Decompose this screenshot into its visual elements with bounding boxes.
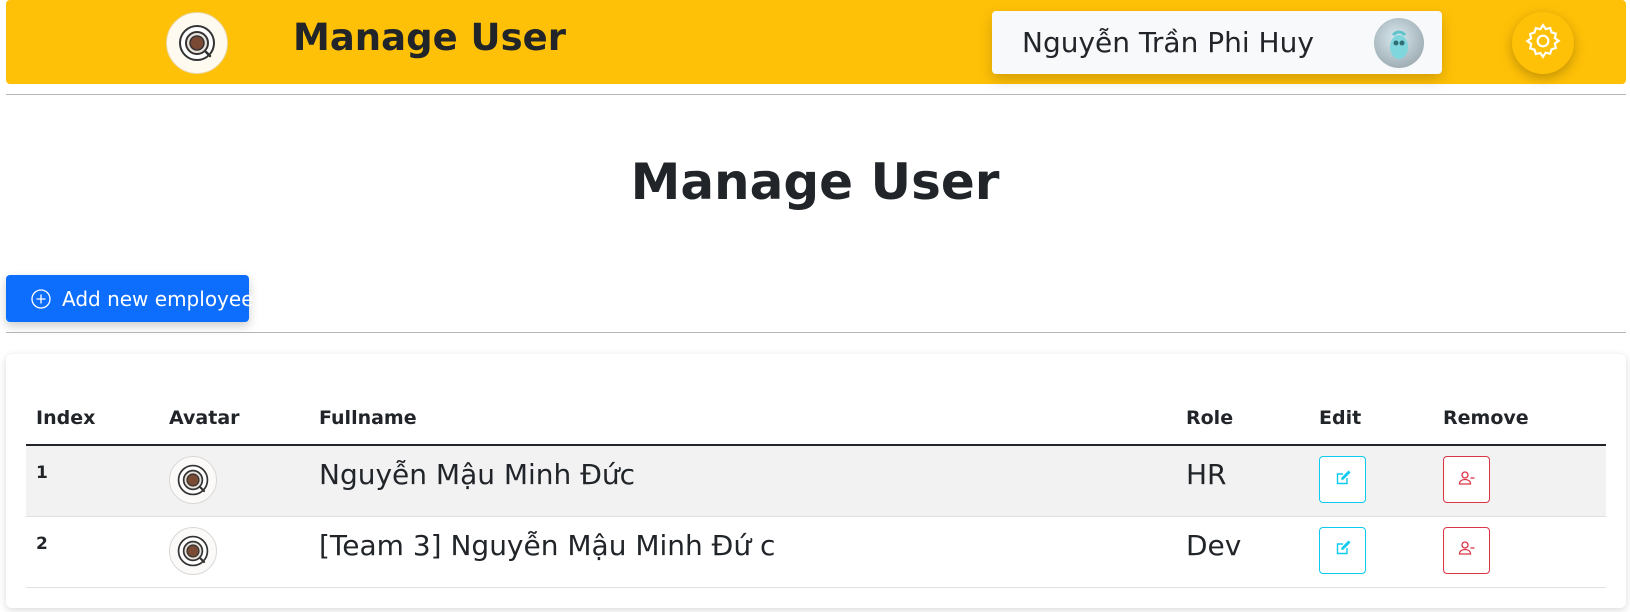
row-fullname: Nguyễn Mậu Minh Đức <box>309 445 1176 517</box>
row-role: HR <box>1176 445 1309 517</box>
column-header-index: Index <box>26 374 159 446</box>
user-profile-box[interactable]: Nguyễn Trần Phi Huy <box>992 11 1442 74</box>
table-row: 2 [Team 3] Nguyễn Mậu Minh Đứ c Dev <box>26 516 1606 588</box>
table-row: 1 Nguyễn Mậu Minh Đức HR <box>26 445 1606 517</box>
page-title: Manage User <box>630 153 1000 211</box>
settings-button[interactable] <box>1512 12 1574 74</box>
table-header-row: Index Avatar Fullname Role Edit Remove <box>26 374 1606 446</box>
column-header-edit: Edit <box>1309 374 1433 446</box>
person-dash-icon <box>1458 539 1476 561</box>
person-dash-icon <box>1458 469 1476 491</box>
row-fullname: [Team 3] Nguyễn Mậu Minh Đứ c <box>309 516 1176 588</box>
edit-button[interactable] <box>1319 456 1366 503</box>
add-employee-label: Add new employee <box>62 286 254 311</box>
column-header-fullname: Fullname <box>309 374 1176 446</box>
column-header-role: Role <box>1176 374 1309 446</box>
content-divider <box>6 332 1626 333</box>
row-index: 2 <box>26 516 159 588</box>
add-employee-button[interactable]: Add new employee <box>6 275 254 322</box>
row-role: Dev <box>1176 516 1309 588</box>
remove-button[interactable] <box>1443 456 1490 503</box>
pencil-square-icon <box>1335 540 1351 560</box>
avatar <box>169 456 217 504</box>
gear-icon <box>1523 21 1563 65</box>
plus-circle-icon <box>30 288 52 310</box>
user-name: Nguyễn Trần Phi Huy <box>1022 26 1314 59</box>
avatar <box>169 526 217 575</box>
row-index: 1 <box>26 445 159 517</box>
users-table: Index Avatar Fullname Role Edit Remove 1 <box>26 374 1606 588</box>
header-divider <box>6 94 1626 95</box>
header-title: Manage User <box>293 16 566 59</box>
remove-button[interactable] <box>1443 526 1490 574</box>
user-avatar[interactable] <box>1374 18 1424 68</box>
edit-button[interactable] <box>1319 526 1366 574</box>
coffee-cup-icon[interactable] <box>166 12 228 74</box>
column-header-avatar: Avatar <box>159 374 309 446</box>
top-header: Manage User Nguyễn Trần Phi Huy <box>6 0 1626 84</box>
pencil-square-icon <box>1335 470 1351 490</box>
users-table-card: Index Avatar Fullname Role Edit Remove 1 <box>6 354 1626 608</box>
column-header-remove: Remove <box>1433 374 1606 446</box>
